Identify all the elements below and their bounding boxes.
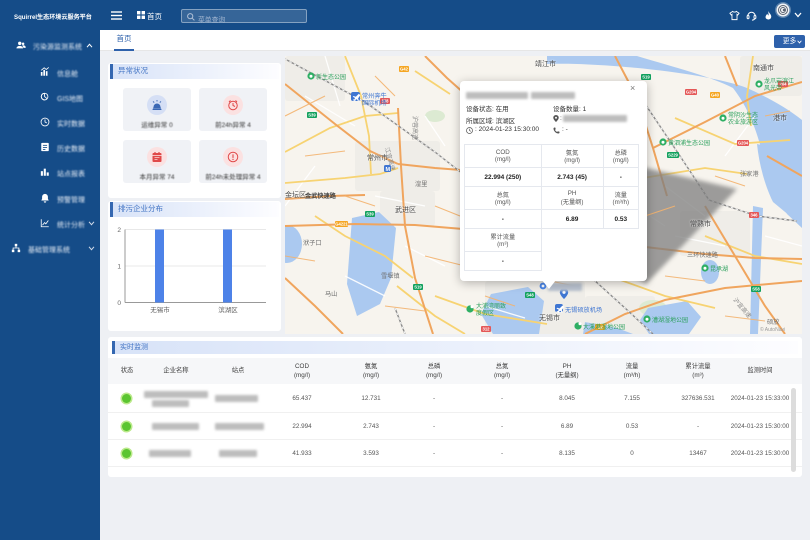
svg-text:金坛区: 金坛区 — [285, 190, 306, 199]
svg-text:靖江市: 靖江市 — [535, 59, 556, 68]
svg-text:武进区: 武进区 — [395, 205, 416, 214]
svg-text:风光带: 风光带 — [764, 84, 782, 92]
svg-text:常熟市: 常熟市 — [690, 219, 711, 228]
svg-text:S48: S48 — [526, 293, 534, 298]
svg-text:硕放: 硕放 — [767, 318, 779, 326]
svg-text:G204: G204 — [686, 90, 697, 95]
svg-text:龙爪岩滨江: 龙爪岩滨江 — [764, 77, 794, 85]
svg-text:S39: S39 — [366, 212, 374, 217]
svg-text:S39: S39 — [308, 113, 316, 118]
svg-text:三环快速路: 三环快速路 — [687, 251, 719, 259]
svg-text:黄泗浦生态公园: 黄泗浦生态公园 — [668, 139, 710, 147]
svg-text:大溪港湿地公园: 大溪港湿地公园 — [583, 323, 625, 331]
svg-text:1: 1 — [117, 264, 121, 271]
svg-text:312: 312 — [483, 327, 491, 332]
svg-text:G40: G40 — [711, 93, 720, 98]
svg-text:沪蓉高速: 沪蓉高速 — [411, 116, 419, 140]
svg-text:346: 346 — [751, 213, 759, 218]
svg-text:常州奔牛: 常州奔牛 — [362, 92, 387, 100]
svg-text:马山: 马山 — [325, 290, 337, 298]
svg-text:度假区: 度假区 — [476, 309, 494, 317]
svg-text:滨湖区: 滨湖区 — [218, 305, 238, 314]
svg-text:张家港: 张家港 — [740, 170, 759, 178]
svg-text:无锡市: 无锡市 — [539, 313, 560, 322]
svg-text:大浦湾丽致: 大浦湾丽致 — [476, 302, 506, 310]
svg-text:雪堰镇: 雪堰镇 — [381, 272, 400, 280]
svg-text:G204: G204 — [738, 141, 749, 146]
svg-text:© AutoNavi: © AutoNavi — [760, 326, 785, 333]
svg-text:昆承湖: 昆承湖 — [710, 265, 728, 273]
svg-text:S229: S229 — [668, 153, 678, 158]
svg-text:湟里: 湟里 — [415, 180, 427, 188]
svg-text:G42: G42 — [400, 67, 409, 72]
svg-text:常阴沙生态: 常阴沙生态 — [728, 111, 758, 119]
svg-text:2: 2 — [117, 227, 121, 234]
svg-text:洑子口: 洑子口 — [303, 239, 322, 247]
svg-text:国际机场: 国际机场 — [362, 99, 387, 107]
svg-text:0: 0 — [117, 300, 121, 307]
svg-text:S19: S19 — [414, 285, 422, 290]
svg-text:S58: S58 — [752, 287, 760, 292]
svg-text:G4221: G4221 — [335, 222, 348, 227]
svg-text:金武快速路: 金武快速路 — [304, 192, 337, 200]
svg-text:无锡硕放机场: 无锡硕放机场 — [565, 306, 602, 314]
svg-text:无锡市: 无锡市 — [150, 305, 170, 314]
svg-text:漕湖湿地公园: 漕湖湿地公园 — [652, 316, 688, 324]
svg-text:新生态公园: 新生态公园 — [316, 73, 346, 81]
svg-text:M: M — [386, 167, 391, 173]
svg-text:南通市: 南通市 — [753, 63, 774, 72]
svg-text:S19: S19 — [642, 75, 650, 80]
svg-text:农业旅游区: 农业旅游区 — [728, 118, 758, 126]
